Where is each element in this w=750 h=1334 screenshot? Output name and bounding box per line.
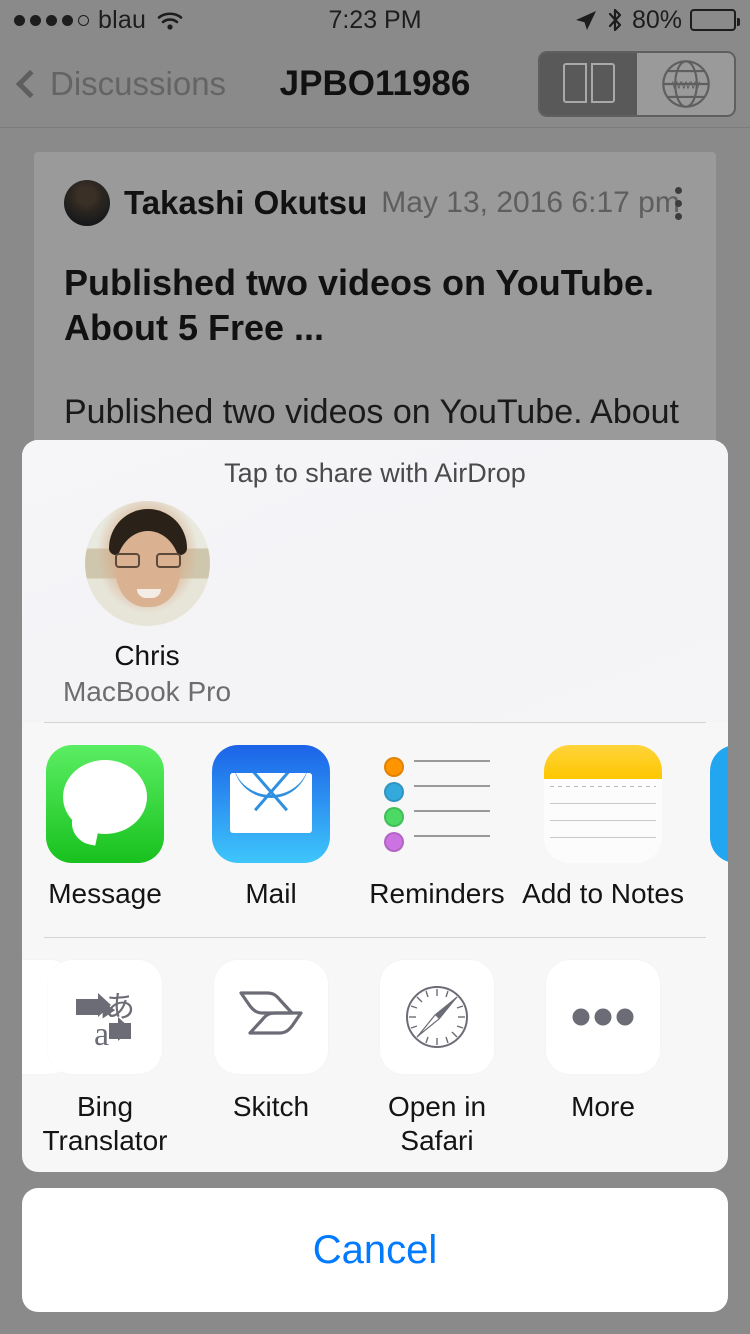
status-bar: blau 7:23 PM 80% bbox=[0, 0, 750, 40]
book-icon bbox=[562, 62, 615, 105]
action-open-in-safari-label: Open in Safari bbox=[387, 1090, 487, 1156]
action-bing-translator[interactable]: a あ Bing Translator bbox=[22, 959, 188, 1158]
reminders-app-icon bbox=[378, 744, 496, 863]
airdrop-contacts: Chris MacBook Pro bbox=[22, 489, 728, 708]
action-bing-translator-label: Bing Translator bbox=[42, 1090, 168, 1156]
skitch-icon bbox=[214, 959, 328, 1074]
share-target-mail-label: Mail bbox=[245, 877, 297, 909]
author-avatar bbox=[64, 180, 110, 226]
share-sheet-panel: Tap to share with AirDrop Chris MacBook … bbox=[22, 439, 728, 1172]
cancel-button-label: Cancel bbox=[312, 1227, 438, 1272]
cancel-button[interactable]: Cancel bbox=[22, 1188, 728, 1312]
post-title: Published two videos on YouTube. About 5… bbox=[64, 262, 655, 348]
airdrop-title: Tap to share with AirDrop bbox=[224, 457, 526, 488]
share-target-message[interactable]: Message bbox=[22, 744, 188, 911]
share-target-mail[interactable]: Mail bbox=[188, 744, 354, 911]
airdrop-contact-photo bbox=[84, 500, 210, 626]
action-more-label: More bbox=[571, 1090, 635, 1122]
share-target-notes[interactable]: Add to Notes bbox=[520, 744, 686, 911]
action-open-in-safari[interactable]: Open in Safari bbox=[354, 959, 520, 1158]
airdrop-section: Tap to share with AirDrop Chris MacBook … bbox=[22, 439, 728, 722]
post-header: Takashi Okutsu May 13, 2016 6:17 pm bbox=[64, 180, 686, 226]
bluetooth-icon bbox=[608, 8, 622, 32]
share-target-message-label: Message bbox=[48, 877, 162, 909]
battery-icon bbox=[690, 9, 740, 31]
segment-reader-view[interactable] bbox=[540, 52, 637, 115]
segment-web-view[interactable]: www bbox=[637, 52, 734, 115]
blue-app-icon-partial bbox=[710, 744, 728, 863]
navigation-bar: Discussions JPBO11986 www bbox=[0, 40, 750, 128]
airdrop-contact-name: Chris bbox=[114, 639, 180, 671]
share-target-notes-label: Add to Notes bbox=[522, 877, 684, 909]
status-bar-right: 80% bbox=[574, 5, 740, 35]
globe-www-icon: www bbox=[661, 59, 710, 108]
airdrop-contact-chris[interactable]: Chris MacBook Pro bbox=[62, 500, 232, 708]
share-action-row[interactable]: a あ Bing Translator Skitch Open in Safar… bbox=[22, 938, 728, 1172]
share-target-reminders-label: Reminders bbox=[369, 877, 505, 909]
action-skitch[interactable]: Skitch bbox=[188, 959, 354, 1124]
view-mode-segmented-control[interactable]: www bbox=[538, 50, 736, 117]
mail-app-icon bbox=[212, 744, 330, 863]
action-skitch-label: Skitch bbox=[232, 1090, 310, 1122]
post-author: Takashi Okutsu bbox=[124, 184, 368, 221]
kebab-menu-icon[interactable] bbox=[675, 186, 682, 220]
action-more[interactable]: More bbox=[520, 959, 686, 1124]
share-target-reminders[interactable]: Reminders bbox=[354, 744, 520, 911]
post-date: May 13, 2016 6:17 pm bbox=[381, 186, 680, 219]
location-arrow-icon bbox=[575, 11, 596, 30]
post-card: Takashi Okutsu May 13, 2016 6:17 pm Publ… bbox=[34, 152, 716, 482]
bing-translator-icon: a あ bbox=[48, 959, 162, 1074]
share-sheet: Tap to share with AirDrop Chris MacBook … bbox=[0, 439, 750, 1334]
more-ellipsis-icon bbox=[546, 959, 660, 1074]
battery-percent-label: 80% bbox=[631, 5, 682, 34]
airdrop-contact-device: MacBook Pro bbox=[62, 675, 232, 707]
notes-app-icon bbox=[544, 744, 662, 863]
safari-compass-icon bbox=[380, 959, 494, 1074]
messages-app-icon bbox=[46, 744, 164, 863]
svg-text:www: www bbox=[670, 76, 700, 91]
share-app-row[interactable]: Message Mail Reminders Add to Notes bbox=[22, 723, 728, 937]
share-target-partial[interactable] bbox=[686, 744, 728, 877]
discussion-content: Takashi Okutsu May 13, 2016 6:17 pm Publ… bbox=[0, 128, 750, 482]
